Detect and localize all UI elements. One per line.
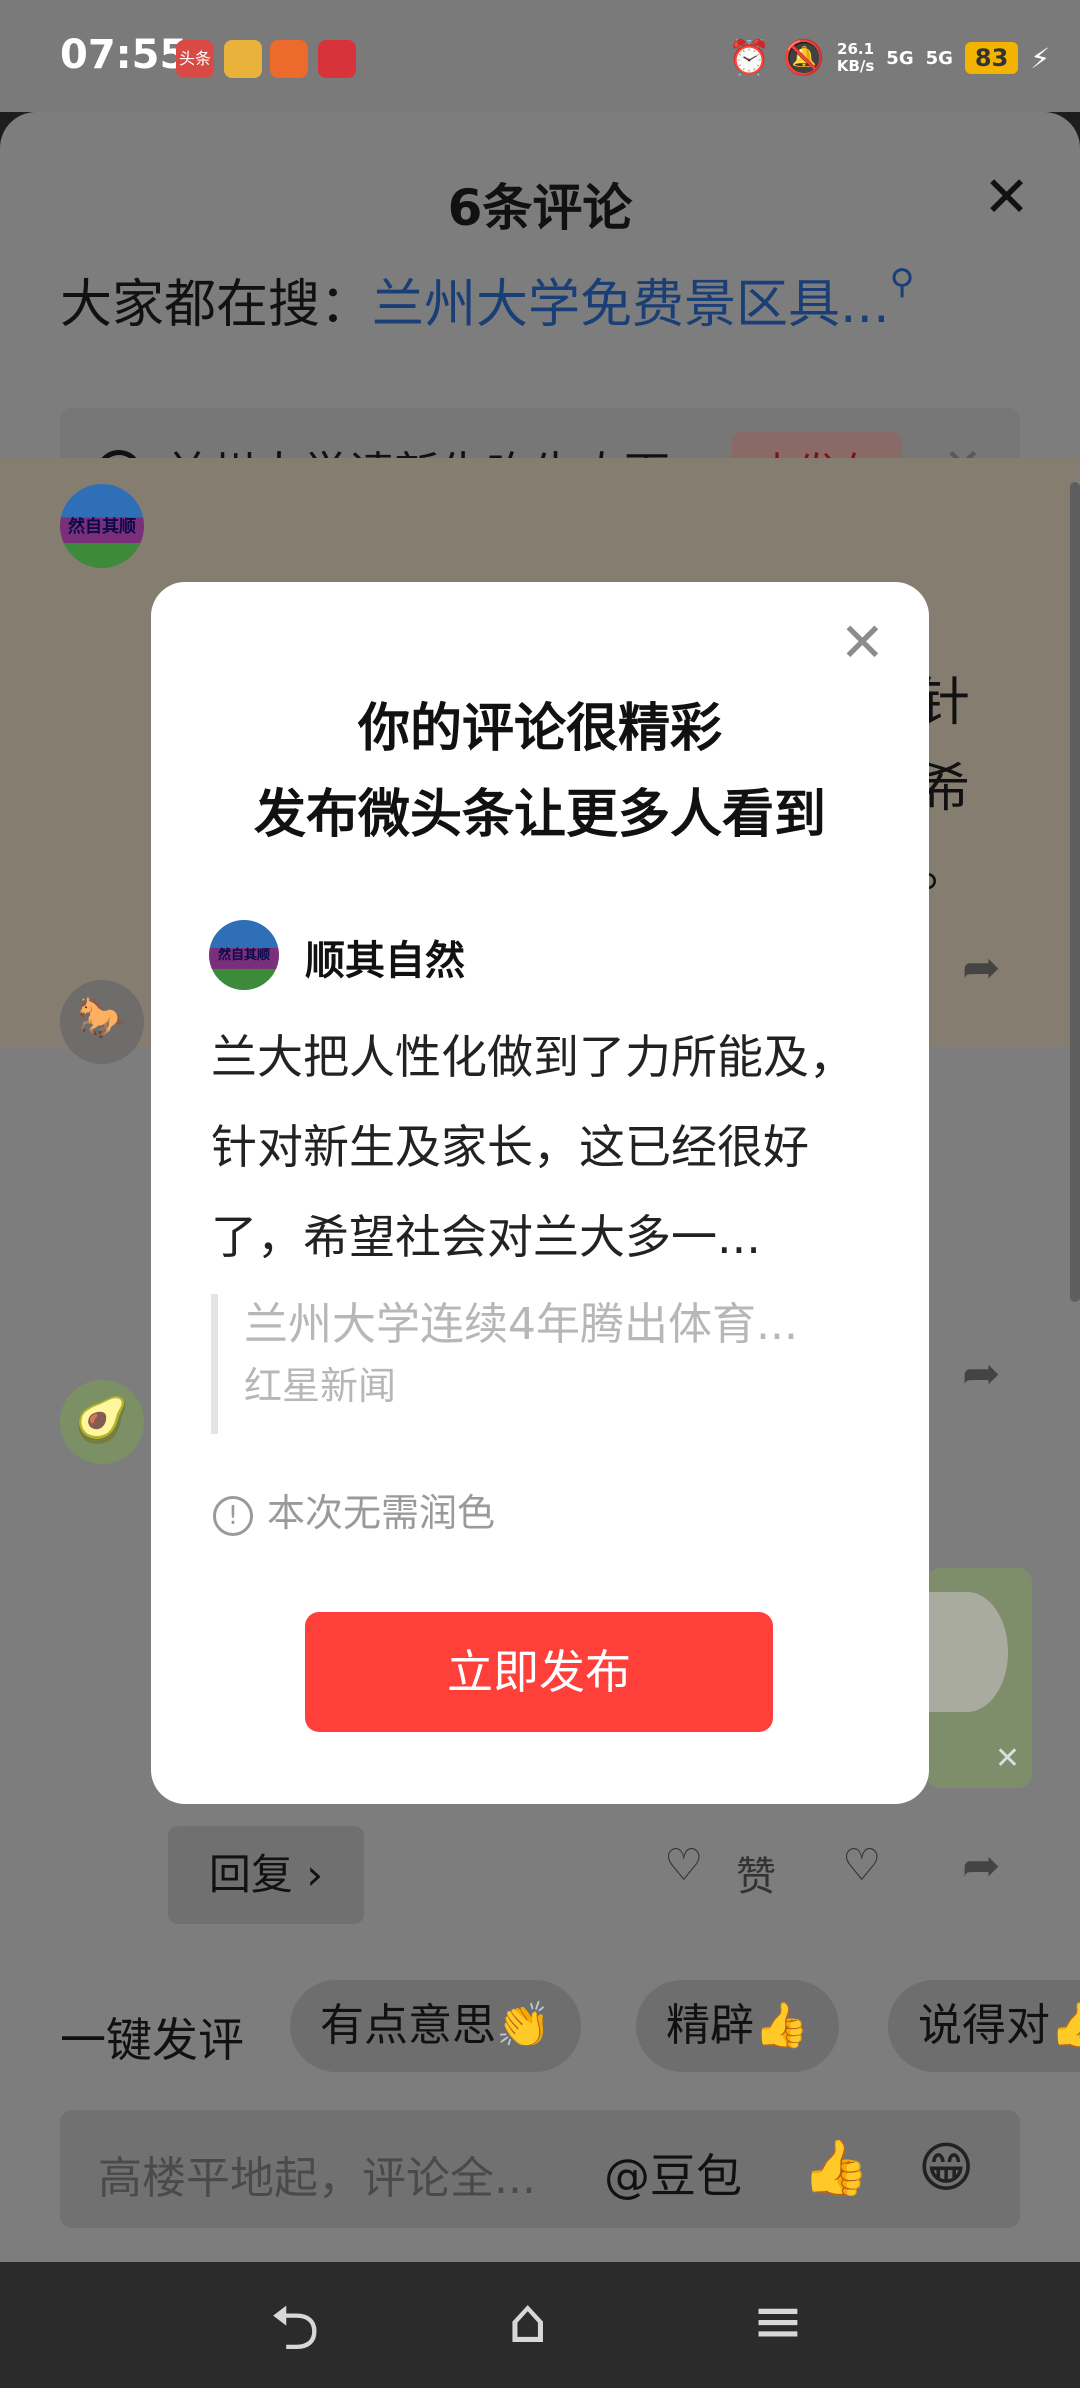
comment-input-bar[interactable]: 高楼平地起，评论全... @豆包 👍 😁 [60, 2110, 1020, 2228]
battery-level: 83 [964, 42, 1019, 74]
dislike-icon[interactable]: ♡ [842, 1840, 881, 1891]
info-icon: ! [213, 1495, 253, 1536]
reply-button[interactable]: 回复 › [168, 1826, 364, 1924]
comment-input[interactable]: 高楼平地起，评论全... [98, 2142, 536, 2206]
close-icon[interactable]: ✕ [983, 170, 1030, 226]
scrollbar[interactable] [1070, 482, 1080, 1302]
menu-icon[interactable]: ≡ [752, 2284, 804, 2357]
mini-card-image [926, 1592, 1008, 1712]
close-icon[interactable]: ✕ [840, 616, 885, 670]
mute-bell-icon: 🔕 [782, 38, 825, 78]
alarm-icon: ⏰ [728, 38, 771, 78]
quick-comment-label: 一键发评 [60, 2013, 244, 2067]
home-icon[interactable]: ⌂ [508, 2284, 547, 2357]
kuaishou-app-icon [270, 40, 308, 78]
quote-title: 兰州大学连续4年腾出体育... [244, 1299, 798, 1350]
share-icon[interactable]: ➦ [962, 1346, 1001, 1400]
status-bar: 07:55 头条 ⏰ 🔕 26.1 KB/s 5G 5G 83 ⚡ [0, 0, 1080, 112]
avatar[interactable]: 然自其顺 [60, 484, 144, 568]
share-icon[interactable]: ➦ [962, 940, 1001, 994]
quick-chip[interactable]: 有点意思👏 [290, 1980, 581, 2072]
search-link[interactable]: 兰州大学免费景区具... [372, 275, 890, 335]
avatar-text: 然自其顺 [68, 517, 136, 537]
quick-chip[interactable]: 精辟👍 [636, 1980, 839, 2072]
net-speed: 26.1 KB/s [836, 40, 875, 75]
floating-mini-card[interactable]: ✕ [926, 1568, 1032, 1788]
publish-button[interactable]: 立即发布 [305, 1612, 773, 1732]
horse-avatar[interactable]: 🐎 [60, 980, 144, 1064]
signal-1-icon: 5G [886, 47, 914, 69]
share-icon[interactable]: ➦ [962, 1838, 1001, 1892]
charging-icon: ⚡ [1030, 41, 1050, 75]
avocado-icon: 🥑 [74, 1395, 130, 1446]
notification-app-icon [224, 40, 262, 78]
status-right: ⏰ 🔕 26.1 KB/s 5G 5G 83 ⚡ [728, 36, 1050, 80]
mini-card-close-icon[interactable]: ✕ [995, 1741, 1020, 1776]
back-icon[interactable]: ⮌ [270, 2284, 320, 2388]
horse-icon: 🐎 [77, 995, 127, 1041]
thumbs-up-emoji-icon[interactable]: 👍 [802, 2136, 869, 2200]
trending-search[interactable]: 大家都在搜：兰州大学免费景区具...⚲ [60, 262, 915, 337]
mention-doubao[interactable]: @豆包 [604, 2140, 742, 2206]
avocado-avatar[interactable]: 🥑 [60, 1380, 144, 1464]
sheet-title: 6条评论 [447, 179, 633, 237]
search-prefix: 大家都在搜： [60, 275, 373, 335]
comment-text: 兰大把人性化做到了力所能及，针对新生及家长，这已经很好了，希望社会对兰大多一..… [211, 1030, 855, 1264]
grin-emoji-icon[interactable]: 😁 [918, 2136, 974, 2199]
avatar: 然自其顺 [209, 920, 279, 990]
dialog-title-line2: 发布微头条让更多人看到 [253, 785, 826, 845]
stock-app-icon [318, 40, 356, 78]
quick-chip[interactable]: 说得对👍 [888, 1980, 1080, 2072]
system-nav-bar: ⮌ ⌂ ≡ [0, 2262, 1080, 2388]
signal-2-icon: 5G [925, 47, 953, 69]
quoted-article: 兰州大学连续4年腾出体育... 红星新闻 [211, 1294, 871, 1434]
publish-dialog: ✕ 你的评论很精彩 发布微头条让更多人看到 然自其顺 顺其自然 兰大把人性化做到… [151, 582, 929, 1804]
dialog-title-line1: 你的评论很精彩 [357, 699, 722, 759]
hint-text: 本次无需润色 [267, 1491, 496, 1535]
search-icon: ⚲ [889, 262, 915, 302]
like-label[interactable]: 赞 [736, 1844, 776, 1902]
polish-hint: ! 本次无需润色 [213, 1482, 495, 1537]
user-name: 顺其自然 [305, 938, 465, 984]
toutiao-app-icon: 头条 [176, 40, 214, 78]
avatar-text: 然自其顺 [217, 948, 270, 963]
quote-source: 红星新闻 [244, 1364, 397, 1408]
status-time: 07:55 [60, 32, 188, 78]
like-icon[interactable]: ♡ [664, 1840, 703, 1891]
dialog-title: 你的评论很精彩 发布微头条让更多人看到 [151, 686, 929, 858]
